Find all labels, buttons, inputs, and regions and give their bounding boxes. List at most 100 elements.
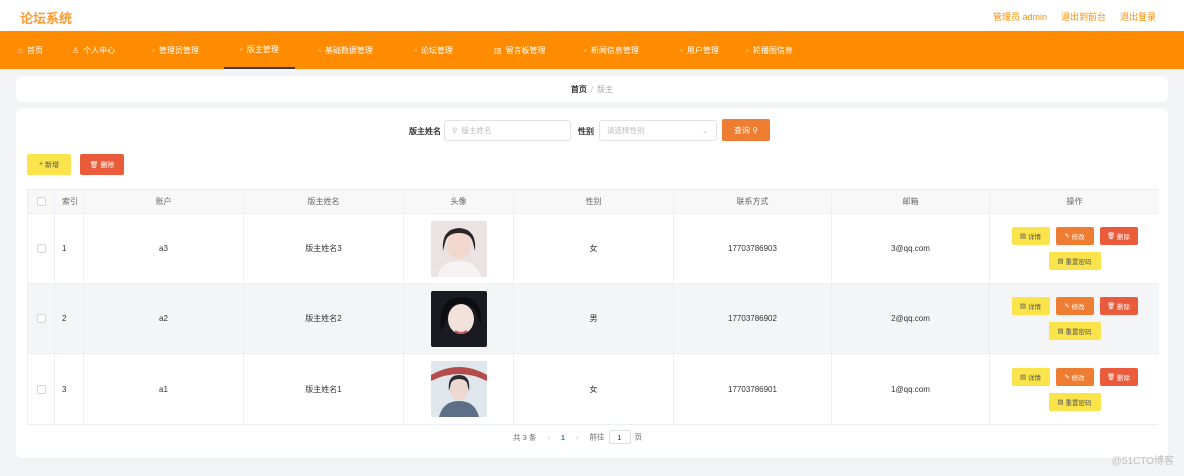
delete-button[interactable]: 🗑 删除 — [1099, 227, 1138, 245]
th-actions: 操作 — [1066, 197, 1083, 206]
menu-icon: ▫ — [152, 45, 155, 55]
menu-icon: ▫ — [680, 45, 683, 55]
cell-gender: 女 — [514, 214, 674, 283]
breadcrumb-bar: 首页 / 版主 — [16, 76, 1168, 102]
breadcrumb: 首页 / 版主 — [16, 84, 1168, 95]
reset-label: 重置密码 — [1065, 329, 1092, 336]
goto-prefix: 前往 — [589, 432, 605, 442]
doc-icon: ▤ — [1020, 233, 1027, 240]
nav-item-base-data[interactable]: ▫ 基础数据管理 — [318, 31, 373, 69]
edit-button[interactable]: ✎ 修改 — [1055, 297, 1094, 315]
nav-item-news[interactable]: ▫ 新闻信息管理 — [584, 31, 639, 69]
add-button[interactable]: + 新增 — [27, 154, 71, 175]
prev-page-button[interactable]: ‹ — [547, 433, 550, 442]
edit-icon: ✎ — [1064, 373, 1070, 381]
cell-name: 版主姓名2 — [244, 284, 404, 353]
chart-icon: ▥ — [494, 45, 502, 55]
row-action-buttons: ▤ 详情 ✎ 修改 🗑 删除 — [1011, 367, 1138, 386]
cell-account: a2 — [84, 284, 244, 353]
view-label: 详情 — [1027, 234, 1041, 241]
doc-icon: ▤ — [1057, 398, 1064, 406]
cell-actions: ▤ 详情 ✎ 修改 🗑 删除 ▤ 重置密码 — [990, 354, 1159, 424]
avatar-image[interactable] — [430, 361, 487, 417]
reset-password-button[interactable]: ▤ 重置密码 — [1048, 252, 1101, 270]
cell-name: 版主姓名3 — [244, 214, 404, 283]
total-count: 共 3 条 — [513, 432, 537, 442]
nav-item-message-board[interactable]: ▥ 留言板管理 — [494, 31, 546, 69]
nav-label: 留言板管理 — [505, 45, 546, 55]
gender-select[interactable]: 请选择性别 ⌄ — [599, 120, 717, 141]
reset-label: 重置密码 — [1065, 399, 1092, 407]
admin-label: 管理员 admin — [992, 12, 1047, 22]
th-name: 版主姓名 — [244, 190, 404, 213]
edit-icon: ✎ — [1064, 233, 1070, 240]
search-icon: ⚲ — [452, 126, 458, 135]
doc-icon: ▤ — [1057, 328, 1064, 335]
avatar-image[interactable] — [430, 220, 487, 277]
breadcrumb-current: 版主 — [597, 85, 614, 94]
table-row: 1 a3 版主姓名3 女 17703786903 3@qq.com ▤ 详情 ✎… — [28, 214, 1159, 284]
main-nav: ⌂ 首页 ♙ 个人中心 ▫ 管理员管理 ▫ 版主管理 ▫ 基础数据管理 ▫ 论坛管理 ▥ 留言… — [0, 31, 1184, 69]
th-gender: 性别 — [514, 190, 674, 213]
avatar-image[interactable] — [430, 290, 487, 347]
cell-index: 1 — [55, 214, 84, 283]
cell-avatar — [404, 284, 514, 353]
view-button[interactable]: ▤ 详情 — [1011, 227, 1050, 245]
reset-password-button[interactable]: ▤ 重置密码 — [1048, 392, 1101, 411]
pagination: 共 3 条 ‹ 1 › 前往 1 页 — [513, 430, 642, 444]
home-icon: ⌂ — [18, 45, 23, 55]
cell-email: 1@qq.com — [832, 354, 990, 424]
edit-button[interactable]: ✎ 修改 — [1055, 367, 1094, 386]
delete-button[interactable]: 🗑 删除 — [1099, 367, 1138, 386]
page-number[interactable]: 1 — [561, 433, 565, 442]
nav-item-forum[interactable]: ▫ 论坛管理 — [414, 31, 453, 69]
view-button[interactable]: ▤ 详情 — [1011, 297, 1050, 315]
cell-avatar — [404, 214, 514, 283]
reset-password-button[interactable]: ▤ 重置密码 — [1048, 322, 1101, 340]
breadcrumb-separator: / — [590, 85, 594, 94]
nav-item-profile[interactable]: ♙ 个人中心 — [72, 31, 115, 69]
cell-actions: ▤ 详情 ✎ 修改 🗑 删除 ▤ 重置密码 — [990, 214, 1159, 283]
delete-label: 删除 — [1117, 304, 1131, 311]
delete-label: 删除 — [1117, 234, 1131, 241]
delete-label: 删除 — [1117, 374, 1131, 382]
user-icon: ♙ — [72, 45, 80, 55]
delete-button[interactable]: 🗑 删除 — [1099, 297, 1138, 315]
view-button[interactable]: ▤ 详情 — [1011, 367, 1050, 386]
cell-phone: 17703786903 — [674, 214, 832, 283]
next-page-button[interactable]: › — [576, 433, 579, 442]
nav-item-admin[interactable]: ▫ 管理员管理 — [152, 31, 199, 69]
logout-link[interactable]: 退出登录 — [1120, 10, 1156, 23]
cell-email: 2@qq.com — [832, 284, 990, 353]
nav-item-moderator[interactable]: ▫ 版主管理 — [224, 31, 295, 69]
menu-icon: ▫ — [240, 44, 243, 54]
moderator-table: 索引 账户 版主姓名 头像 性别 联系方式 邮箱 操作 1 a3 版主姓名3 女… — [27, 189, 1159, 425]
batch-delete-button[interactable]: 🗑 删除 — [80, 154, 124, 175]
name-search-input[interactable]: ⚲ 版主姓名 — [444, 120, 571, 141]
nav-label: 基础数据管理 — [324, 45, 373, 55]
menu-icon: ▫ — [414, 45, 417, 55]
row-checkbox[interactable] — [36, 314, 46, 323]
app-title: 论坛系统 — [20, 11, 73, 26]
row-checkbox[interactable] — [36, 244, 46, 253]
select-all-checkbox[interactable] — [36, 197, 46, 206]
cell-index: 2 — [55, 284, 84, 353]
goto-page-input[interactable]: 1 — [608, 430, 631, 444]
row-checkbox[interactable] — [36, 384, 46, 394]
edit-button[interactable]: ✎ 修改 — [1055, 227, 1094, 245]
breadcrumb-home[interactable]: 首页 — [571, 85, 587, 94]
gender-label: 性别 — [578, 127, 594, 136]
nav-item-home[interactable]: ⌂ 首页 — [18, 31, 43, 69]
trash-icon: 🗑 — [89, 161, 99, 169]
cell-index: 3 — [55, 354, 84, 424]
goto-front-link[interactable]: 退出到前台 — [1061, 10, 1106, 23]
goto-suffix: 页 — [634, 432, 643, 442]
cell-account: a3 — [84, 214, 244, 283]
search-button[interactable]: 查询 ⚲ — [722, 119, 770, 141]
nav-item-users[interactable]: ▫ 用户管理 — [680, 31, 719, 69]
table-row: 3 a1 版主姓名1 女 17703786901 1@qq.com ▤ 详情 ✎… — [28, 354, 1159, 424]
nav-item-carousel[interactable]: ▫ 轮播图信息 — [746, 31, 793, 69]
nav-label: 管理员管理 — [158, 45, 199, 55]
search-icon: ⚲ — [752, 125, 759, 135]
cell-gender: 女 — [514, 354, 674, 424]
